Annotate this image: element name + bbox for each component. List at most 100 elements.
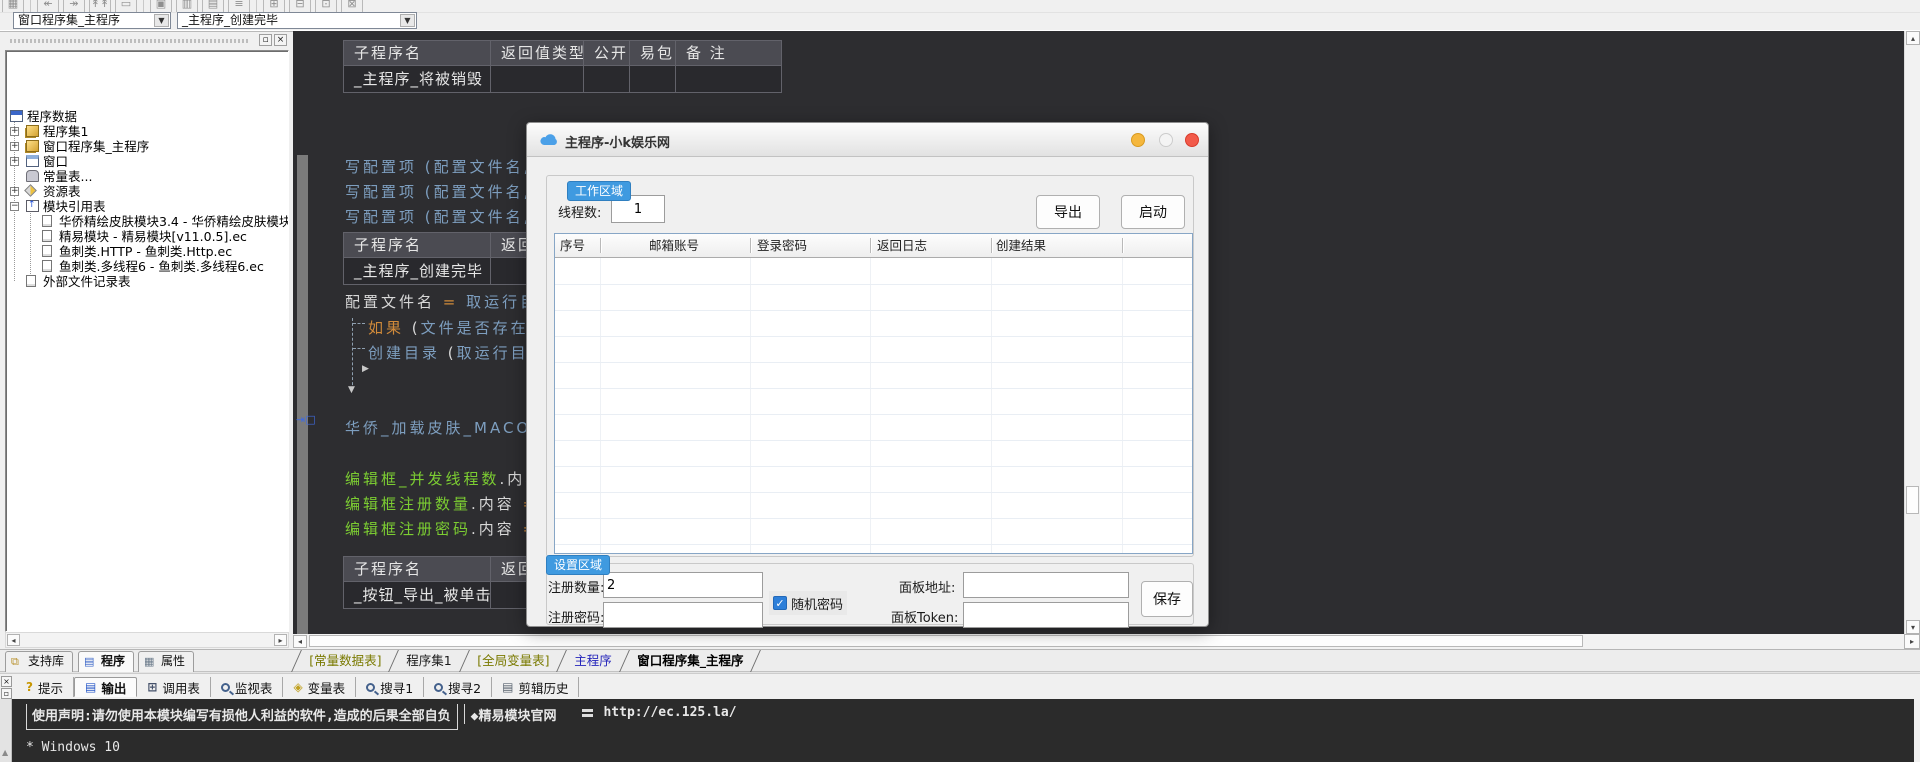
tree-expand-icon[interactable]: + [10, 127, 19, 136]
export-button[interactable]: 导出 [1036, 195, 1100, 229]
list-column-header[interactable]: 返回日志 [871, 234, 992, 258]
panel-token-input[interactable] [963, 602, 1129, 628]
random-password-checkbox[interactable]: ✓ 随机密码 [769, 591, 847, 615]
scroll-up-icon[interactable]: ▴ [1906, 31, 1920, 45]
float-icon[interactable]: ▫ [1, 688, 12, 699]
scroll-thumb[interactable] [309, 635, 1583, 647]
checkbox-label: 随机密码 [791, 594, 843, 613]
code-line[interactable]: 创建目录 (取运行目录 [368, 343, 547, 363]
list-column-header[interactable]: 邮箱账号 [601, 234, 751, 258]
scroll-down-icon[interactable]: ▾ [1906, 620, 1920, 634]
panel-address-input[interactable] [963, 572, 1129, 598]
output-tab-输出[interactable]: ▤输出 [74, 677, 137, 697]
editor-gutter [297, 155, 308, 634]
tree-item[interactable]: 外部文件记录表 [6, 274, 286, 289]
accounts-listview[interactable]: 序号邮箱账号登录密码返回日志创建结果 [554, 233, 1193, 554]
tree-collapse-icon[interactable]: − [10, 202, 19, 211]
document-tab[interactable]: 主程序 [556, 650, 628, 672]
output-tab-监视表[interactable]: 监视表 [211, 677, 284, 697]
code-line[interactable]: 编辑框_并发线程数.内容 [345, 469, 543, 489]
document-tab[interactable]: 程序集1 [388, 650, 468, 672]
output-tab-搜寻1[interactable]: 搜寻1 [356, 677, 424, 697]
output-tab-调用表[interactable]: ⊞调用表 [137, 677, 211, 697]
register-count-input[interactable] [603, 572, 763, 598]
chevron-down-icon[interactable]: ▼ [154, 14, 169, 27]
code-line[interactable]: 如果 (文件是否存在 ( [368, 318, 545, 338]
event-combo[interactable]: _主程序_创建完毕 ▼ [177, 12, 417, 29]
resources-icon [24, 184, 37, 197]
minimize-button[interactable] [1131, 133, 1145, 147]
tree-item[interactable]: +程序集1 [6, 124, 286, 139]
output-tab-变量表[interactable]: ◈变量表 [283, 677, 356, 697]
scroll-right-icon[interactable]: ▸ [274, 634, 287, 646]
code-token: 编辑框注册数量 [345, 495, 471, 513]
list-column-header[interactable]: 序号 [555, 234, 601, 258]
document-tab[interactable]: [全局变量表] [459, 650, 566, 672]
tree-item[interactable]: 常量表... [6, 169, 286, 184]
output-tab-label: 监视表 [235, 678, 273, 697]
panel-tab-程序[interactable]: ▤程序 [78, 651, 134, 672]
tree-item-label: 鱼刺类.多线程6 - 鱼刺类.多线程6.ec [59, 259, 264, 274]
tree-item[interactable]: +资源表 [6, 184, 286, 199]
table-cell: _按钮_导出_被单击 [343, 581, 491, 609]
checkbox-checked-icon[interactable]: ✓ [773, 596, 787, 610]
chevron-down-icon[interactable]: ▼ [400, 14, 415, 27]
code-token: 编辑框_并发线程数 [345, 470, 500, 488]
grid-hline [555, 518, 1192, 519]
output-console: 使用声明:请勿使用本模块编写有损他人利益的软件,造成的后果全部自负 ◆精易模块官… [12, 699, 1914, 762]
output-tab-提示[interactable]: ?提示 [16, 677, 74, 697]
code-line[interactable]: 写配置项 (配置文件名, [345, 157, 531, 177]
document-tab[interactable]: [常量数据表] [291, 650, 398, 672]
code-line[interactable]: 配置文件名 = 取运行目录 [345, 292, 556, 312]
tree-hscrollbar[interactable]: ◂ ▸ [5, 632, 289, 648]
list-column-header[interactable] [1123, 234, 1193, 258]
tree-item[interactable]: +窗口 [6, 154, 286, 169]
output-tab-label: 变量表 [308, 678, 346, 697]
panel-close-button[interactable]: × [274, 34, 287, 46]
close-icon[interactable]: × [1, 676, 12, 687]
window-titlebar[interactable]: 主程序-小k娱乐网 [527, 123, 1208, 157]
scroll-left-icon[interactable]: ◂ [7, 634, 20, 646]
tree-expand-icon[interactable]: + [10, 157, 19, 166]
tree-item-label: 窗口程序集_主程序 [43, 139, 149, 154]
code-token: ( [404, 319, 421, 337]
code-line[interactable]: 写配置项 (配置文件名, [345, 207, 531, 227]
scroll-thumb[interactable] [1906, 486, 1919, 514]
tree-item[interactable]: −模块引用表 [6, 199, 286, 214]
code-line[interactable]: 编辑框注册数量.内容 = [345, 494, 538, 514]
panel-tab-支持库[interactable]: ⧉支持库 [5, 651, 73, 672]
scroll-left-icon[interactable]: ◂ [293, 635, 307, 648]
list-column-header[interactable]: 登录密码 [751, 234, 871, 258]
expand-up-icon[interactable]: ▲ [2, 748, 8, 757]
output-tab-剪辑历史[interactable]: ▤剪辑历史 [492, 677, 579, 697]
list-column-header[interactable]: 创建结果 [992, 234, 1123, 258]
output-tab-搜寻2[interactable]: 搜寻2 [424, 677, 492, 697]
scroll-right-icon[interactable]: ▸ [1904, 634, 1920, 649]
code-token: 写配置项 (配置文件名, [345, 208, 531, 226]
register-password-input[interactable] [603, 602, 763, 628]
table-header-cell: 子程序名 [343, 556, 491, 582]
maximize-button[interactable] [1159, 133, 1173, 147]
editor-vscrollbar[interactable]: ▴ ▾ [1904, 31, 1920, 634]
save-button[interactable]: 保存 [1141, 581, 1193, 617]
tree-expand-icon[interactable]: + [10, 142, 19, 151]
panel-tab-属性[interactable]: ▦属性 [138, 651, 194, 672]
window-program-set-combo[interactable]: 窗口程序集_主程序 ▼ [13, 12, 171, 29]
start-button[interactable]: 启动 [1121, 195, 1185, 229]
document-tab[interactable]: 窗口程序集_主程序 [619, 650, 761, 672]
属性-icon: ▦ [144, 656, 154, 667]
editor-hscrollbar[interactable]: ◂ [293, 634, 1904, 649]
tree-item[interactable]: 华侨精绘皮肤模块3.4 - 华侨精绘皮肤模块 [6, 214, 286, 229]
tree-item[interactable]: 鱼刺类.多线程6 - 鱼刺类.多线程6.ec [6, 259, 286, 274]
close-button[interactable] [1185, 133, 1199, 147]
module-url[interactable]: http://ec.125.la/ [603, 704, 736, 720]
tree-item[interactable]: 精易模块 - 精易模块[v11.0.5].ec [6, 229, 286, 244]
tree-item[interactable]: + 窗口程序集_主程序 [6, 139, 286, 154]
code-line[interactable]: 写配置项 (配置文件名, [345, 182, 531, 202]
tree-item[interactable]: 程序数据 [6, 109, 286, 124]
panel-grip[interactable] [10, 39, 248, 43]
panel-float-button[interactable]: ▫ [259, 34, 272, 46]
tree-expand-icon[interactable]: + [10, 187, 19, 196]
code-line[interactable]: 编辑框注册密码.内容 = [345, 519, 538, 539]
tree-item[interactable]: 鱼刺类.HTTP - 鱼刺类.Http.ec [6, 244, 286, 259]
